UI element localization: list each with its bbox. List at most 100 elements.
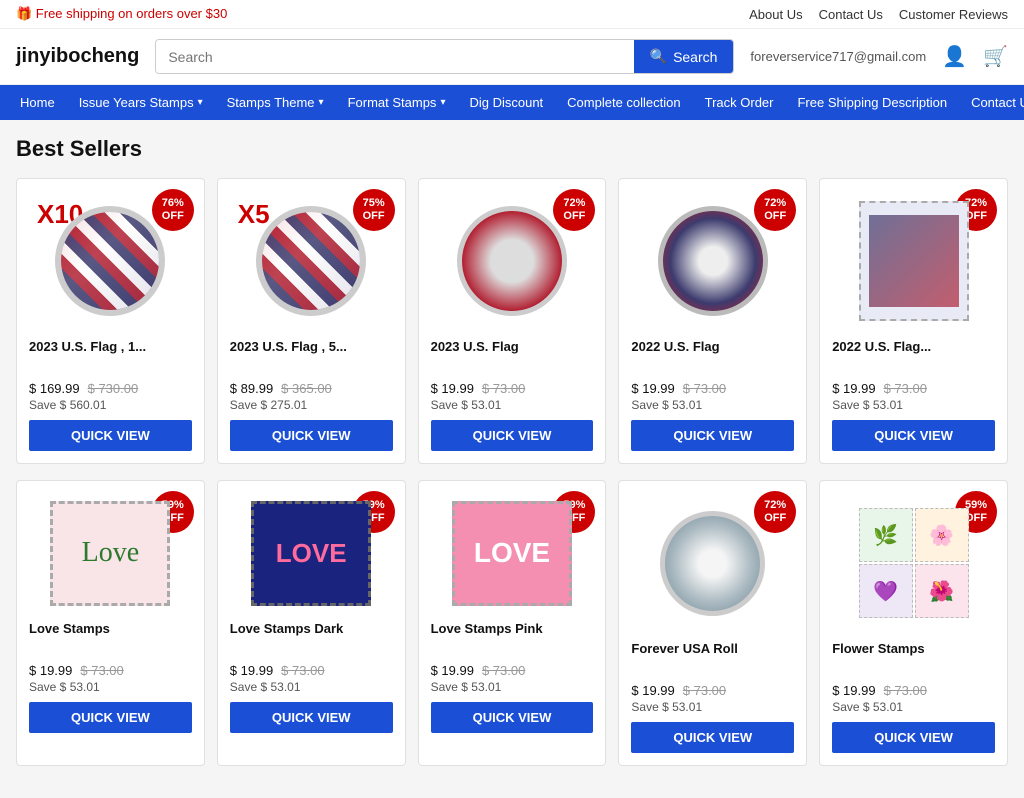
current-price: $ 89.99 [230, 381, 273, 396]
original-price: $ 73.00 [281, 663, 324, 678]
product-title: 2023 U.S. Flag , 1... [29, 339, 192, 375]
price-row: $ 19.99 $ 73.00 [431, 663, 594, 678]
quick-view-button[interactable]: QUICK VIEW [431, 420, 594, 451]
original-price: $ 73.00 [80, 663, 123, 678]
product-image [832, 191, 995, 331]
quick-view-button[interactable]: QUICK VIEW [230, 702, 393, 733]
stamp-roll-image [457, 206, 567, 316]
current-price: $ 19.99 [631, 381, 674, 396]
shipping-notice: 🎁 Free shipping on orders over $30 [16, 6, 227, 22]
original-price: $ 73.00 [884, 381, 927, 396]
current-price: $ 19.99 [230, 663, 273, 678]
search-button[interactable]: 🔍 Search [634, 40, 734, 73]
price-row: $ 19.99 $ 73.00 [631, 683, 794, 698]
product-card: 72% OFF Forever USA Roll $ 19.99 $ 73.00… [618, 480, 807, 766]
product-title: Love Stamps [29, 621, 192, 657]
original-price: $ 73.00 [482, 381, 525, 396]
product-card: 72% OFF 2022 U.S. Flag... $ 19.99 $ 73.0… [819, 178, 1008, 464]
header: jinyibocheng 🔍 Search foreverservice717@… [0, 29, 1024, 85]
search-input[interactable] [156, 40, 633, 73]
product-image: LOVE [431, 493, 594, 613]
product-grid-row1: 76% OFF X10 2023 U.S. Flag , 1... $ 169.… [16, 178, 1008, 464]
love-pink-stamp: LOVE [452, 501, 572, 606]
about-us-link[interactable]: About Us [749, 7, 802, 22]
current-price: $ 19.99 [29, 663, 72, 678]
product-grid-row2: 59% OFF Love Love Stamps $ 19.99 $ 73.00… [16, 480, 1008, 766]
quick-view-button[interactable]: QUICK VIEW [832, 420, 995, 451]
product-title: 2023 U.S. Flag , 5... [230, 339, 393, 375]
quick-view-button[interactable]: QUICK VIEW [431, 702, 594, 733]
price-row: $ 19.99 $ 73.00 [230, 663, 393, 678]
quick-view-button[interactable]: QUICK VIEW [832, 722, 995, 753]
current-price: $ 169.99 [29, 381, 80, 396]
chevron-down-icon: ▾ [319, 97, 324, 108]
product-card: 76% OFF X10 2023 U.S. Flag , 1... $ 169.… [16, 178, 205, 464]
flower-stamps-image: 🌿 🌸 💜 🌺 [859, 508, 969, 618]
top-bar-links: About Us Contact Us Customer Reviews [749, 7, 1008, 22]
product-title: 2022 U.S. Flag... [832, 339, 995, 375]
current-price: $ 19.99 [631, 683, 674, 698]
product-image: Love [29, 493, 192, 613]
original-price: $ 73.00 [683, 381, 726, 396]
save-text: Save $ 53.01 [230, 680, 393, 694]
contact-us-link-top[interactable]: Contact Us [819, 7, 883, 22]
customer-reviews-link[interactable]: Customer Reviews [899, 7, 1008, 22]
product-title: Flower Stamps [832, 641, 995, 677]
quick-view-button[interactable]: QUICK VIEW [230, 420, 393, 451]
cart-icon[interactable]: 🛒 [983, 44, 1008, 69]
price-row: $ 19.99 $ 73.00 [631, 381, 794, 396]
stamp-roll-image [658, 206, 768, 316]
price-row: $ 19.99 $ 73.00 [832, 683, 995, 698]
love-floral-stamp: Love [50, 501, 170, 606]
save-text: Save $ 275.01 [230, 398, 393, 412]
product-card: 72% OFF 2023 U.S. Flag $ 19.99 $ 73.00 S… [418, 178, 607, 464]
email-address: foreverservice717@gmail.com [750, 49, 926, 64]
product-title: Love Stamps Pink [431, 621, 594, 657]
product-card: 75% OFF X5 2023 U.S. Flag , 5... $ 89.99… [217, 178, 406, 464]
price-row: $ 89.99 $ 365.00 [230, 381, 393, 396]
current-price: $ 19.99 [431, 381, 474, 396]
account-icon[interactable]: 👤 [942, 44, 967, 69]
main-content: Best Sellers 76% OFF X10 2023 U.S. Flag … [0, 120, 1024, 798]
nav-stamps-theme[interactable]: Stamps Theme ▾ [215, 85, 336, 120]
stamp-roll-image [256, 206, 366, 316]
price-row: $ 19.99 $ 73.00 [431, 381, 594, 396]
quick-view-button[interactable]: QUICK VIEW [29, 702, 192, 733]
quick-view-button[interactable]: QUICK VIEW [631, 722, 794, 753]
product-title: 2023 U.S. Flag [431, 339, 594, 375]
chevron-down-icon: ▾ [440, 97, 445, 108]
product-title: Love Stamps Dark [230, 621, 393, 657]
nav-track-order[interactable]: Track Order [693, 85, 786, 120]
search-icon: 🔍 [650, 48, 667, 65]
product-card: 59% OFF 🌿 🌸 💜 🌺 Flower Stamps $ 19.99 $ … [819, 480, 1008, 766]
stamp-roll-plain [660, 511, 765, 616]
love-dark-stamp: LOVE [251, 501, 371, 606]
quick-view-button[interactable]: QUICK VIEW [631, 420, 794, 451]
current-price: $ 19.99 [431, 663, 474, 678]
main-nav: Home Issue Years Stamps ▾ Stamps Theme ▾… [0, 85, 1024, 120]
price-row: $ 19.99 $ 73.00 [832, 381, 995, 396]
quick-view-button[interactable]: QUICK VIEW [29, 420, 192, 451]
original-price: $ 73.00 [884, 683, 927, 698]
product-image [631, 493, 794, 633]
save-text: Save $ 53.01 [631, 398, 794, 412]
original-price: $ 730.00 [88, 381, 139, 396]
nav-dig-discount[interactable]: Dig Discount [457, 85, 555, 120]
nav-complete-collection[interactable]: Complete collection [555, 85, 692, 120]
current-price: $ 19.99 [832, 381, 875, 396]
search-bar: 🔍 Search [155, 39, 734, 74]
product-card: 59% OFF LOVE Love Stamps Pink $ 19.99 $ … [418, 480, 607, 766]
price-row: $ 19.99 $ 73.00 [29, 663, 192, 678]
nav-free-shipping-desc[interactable]: Free Shipping Description [785, 85, 959, 120]
product-card: 59% OFF LOVE Love Stamps Dark $ 19.99 $ … [217, 480, 406, 766]
product-image [431, 191, 594, 331]
product-card: 59% OFF Love Love Stamps $ 19.99 $ 73.00… [16, 480, 205, 766]
nav-issue-years[interactable]: Issue Years Stamps ▾ [67, 85, 215, 120]
nav-contact-us[interactable]: Contact Us [959, 85, 1024, 120]
nav-format-stamps[interactable]: Format Stamps ▾ [336, 85, 458, 120]
save-text: Save $ 560.01 [29, 398, 192, 412]
price-row: $ 169.99 $ 730.00 [29, 381, 192, 396]
save-text: Save $ 53.01 [832, 700, 995, 714]
quantity-label: X5 [238, 199, 270, 230]
nav-home[interactable]: Home [8, 85, 67, 120]
